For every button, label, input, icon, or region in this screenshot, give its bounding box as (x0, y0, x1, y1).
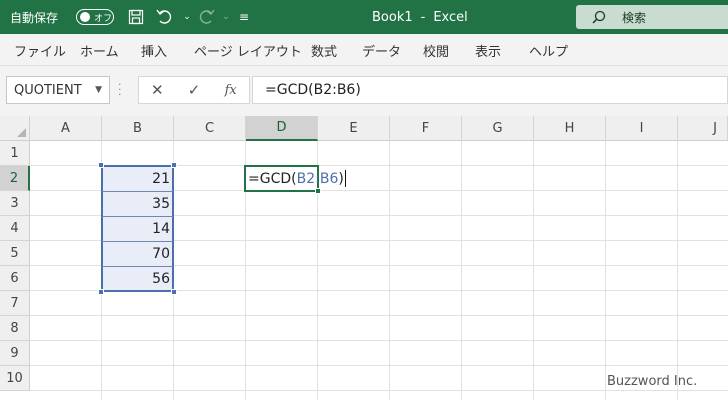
select-all-icon (17, 128, 26, 137)
cancel-icon[interactable]: ✕ (139, 81, 176, 99)
cell-b5[interactable]: 70 (102, 241, 172, 266)
row-header-9[interactable]: 9 (0, 341, 30, 366)
search-placeholder: 検索 (622, 10, 647, 25)
column-header-b[interactable]: B (102, 116, 174, 141)
name-box-dropdown-icon[interactable]: ▼ (95, 85, 102, 95)
cell-b4[interactable]: 14 (102, 216, 172, 241)
grid-line (30, 315, 728, 316)
tab-data[interactable]: データ (362, 34, 401, 66)
undo-dropdown-icon[interactable]: ⌄ (177, 0, 197, 34)
row-header-5[interactable]: 5 (0, 241, 30, 266)
grid-line (30, 390, 728, 391)
row-header-6[interactable]: 6 (0, 266, 30, 291)
autosave-label: 自動保存 (10, 10, 59, 25)
search-icon (592, 10, 606, 24)
formula-text: =GCD(B2:B6) (265, 82, 361, 98)
grid-line (677, 141, 678, 400)
formula-bar-grip-icon[interactable]: · · · (118, 79, 122, 100)
column-header-f[interactable]: F (390, 116, 462, 141)
edit-prefix: =GCD( (248, 170, 297, 187)
tab-home[interactable]: ホーム (80, 34, 119, 66)
grid-line (533, 141, 534, 400)
redo-dropdown-icon[interactable]: ⌄ (216, 0, 236, 34)
cell-b3[interactable]: 35 (102, 191, 172, 216)
tab-help[interactable]: ヘルプ (529, 34, 568, 66)
column-header-e[interactable]: E (318, 116, 390, 141)
undo-icon[interactable] (155, 0, 175, 34)
column-header-d[interactable]: D (246, 116, 318, 141)
column-header-g[interactable]: G (462, 116, 534, 141)
grid-line (30, 365, 728, 366)
grid-line (389, 141, 390, 400)
column-header-j[interactable]: J (678, 116, 728, 141)
row-header-4[interactable]: 4 (0, 216, 30, 241)
window-title: Book1 - Excel (372, 0, 468, 34)
grid-line (461, 141, 462, 400)
range-resize-handle[interactable] (98, 162, 104, 168)
toggle-knob (80, 12, 90, 22)
title-bar: 自動保存 オフ ⌄ ⌄ ≡ Book1 - Excel 検索 (0, 0, 728, 34)
select-all-button[interactable] (0, 116, 30, 141)
range-resize-handle[interactable] (171, 289, 177, 295)
tab-page-layout[interactable]: ページ レイアウト (194, 34, 302, 66)
customize-qat-icon[interactable]: ≡ (234, 0, 254, 34)
cell-b6[interactable]: 56 (102, 266, 172, 291)
document-name: Book1 (372, 9, 413, 25)
insert-function-icon[interactable]: fx (212, 83, 249, 98)
formula-input[interactable]: =GCD(B2:B6) (252, 76, 728, 104)
grid-line (605, 141, 606, 400)
formula-bar: QUOTIENT ▼ · · · ✕ ✓ fx =GCD(B2:B6) (0, 66, 728, 116)
column-header-a[interactable]: A (30, 116, 102, 141)
name-box-value: QUOTIENT (14, 82, 82, 98)
tab-insert[interactable]: 挿入 (141, 34, 167, 66)
row-header-1[interactable]: 1 (0, 141, 30, 166)
grid-line (30, 340, 728, 341)
text-caret (344, 170, 346, 187)
tab-file[interactable]: ファイル (14, 34, 66, 66)
row-header-3[interactable]: 3 (0, 191, 30, 216)
fill-handle[interactable] (315, 188, 321, 194)
tab-view[interactable]: 表示 (475, 34, 501, 66)
row-header-10[interactable]: 10 (0, 366, 30, 391)
cell-b2[interactable]: 21 (102, 166, 172, 191)
autosave-state: オフ (94, 13, 113, 24)
redo-icon[interactable] (196, 0, 216, 34)
autosave-toggle[interactable]: オフ (76, 9, 114, 25)
cell-d2-editor[interactable]: =GCD(B2:B6) (248, 166, 346, 191)
name-box[interactable]: QUOTIENT ▼ (6, 76, 110, 104)
search-box[interactable]: 検索 (576, 5, 728, 29)
save-icon[interactable] (126, 0, 146, 34)
row-header-8[interactable]: 8 (0, 316, 30, 341)
edit-range-reference: B2:B6 (296, 170, 339, 187)
row-header-2[interactable]: 2 (0, 166, 30, 191)
column-header-h[interactable]: H (534, 116, 606, 141)
edit-suffix: ) (338, 170, 344, 187)
column-header-i[interactable]: I (606, 116, 678, 141)
enter-icon[interactable]: ✓ (176, 81, 213, 99)
tab-review[interactable]: 校閲 (423, 34, 449, 66)
column-header-c[interactable]: C (174, 116, 246, 141)
formula-buttons: ✕ ✓ fx (138, 76, 250, 104)
worksheet-grid[interactable]: A B C D E F G H I J 1 2 3 4 5 6 7 8 9 10… (0, 116, 728, 400)
row-header-7[interactable]: 7 (0, 291, 30, 316)
range-resize-handle[interactable] (171, 162, 177, 168)
ribbon-tabs: ファイル ホーム 挿入 ページ レイアウト 数式 データ 校閲 表示 ヘルプ (0, 34, 728, 66)
watermark: Buzzword Inc. (607, 374, 698, 389)
title-separator: - (420, 9, 426, 25)
app-name: Excel (433, 9, 468, 25)
range-resize-handle[interactable] (98, 289, 104, 295)
tab-formulas[interactable]: 数式 (311, 34, 337, 66)
